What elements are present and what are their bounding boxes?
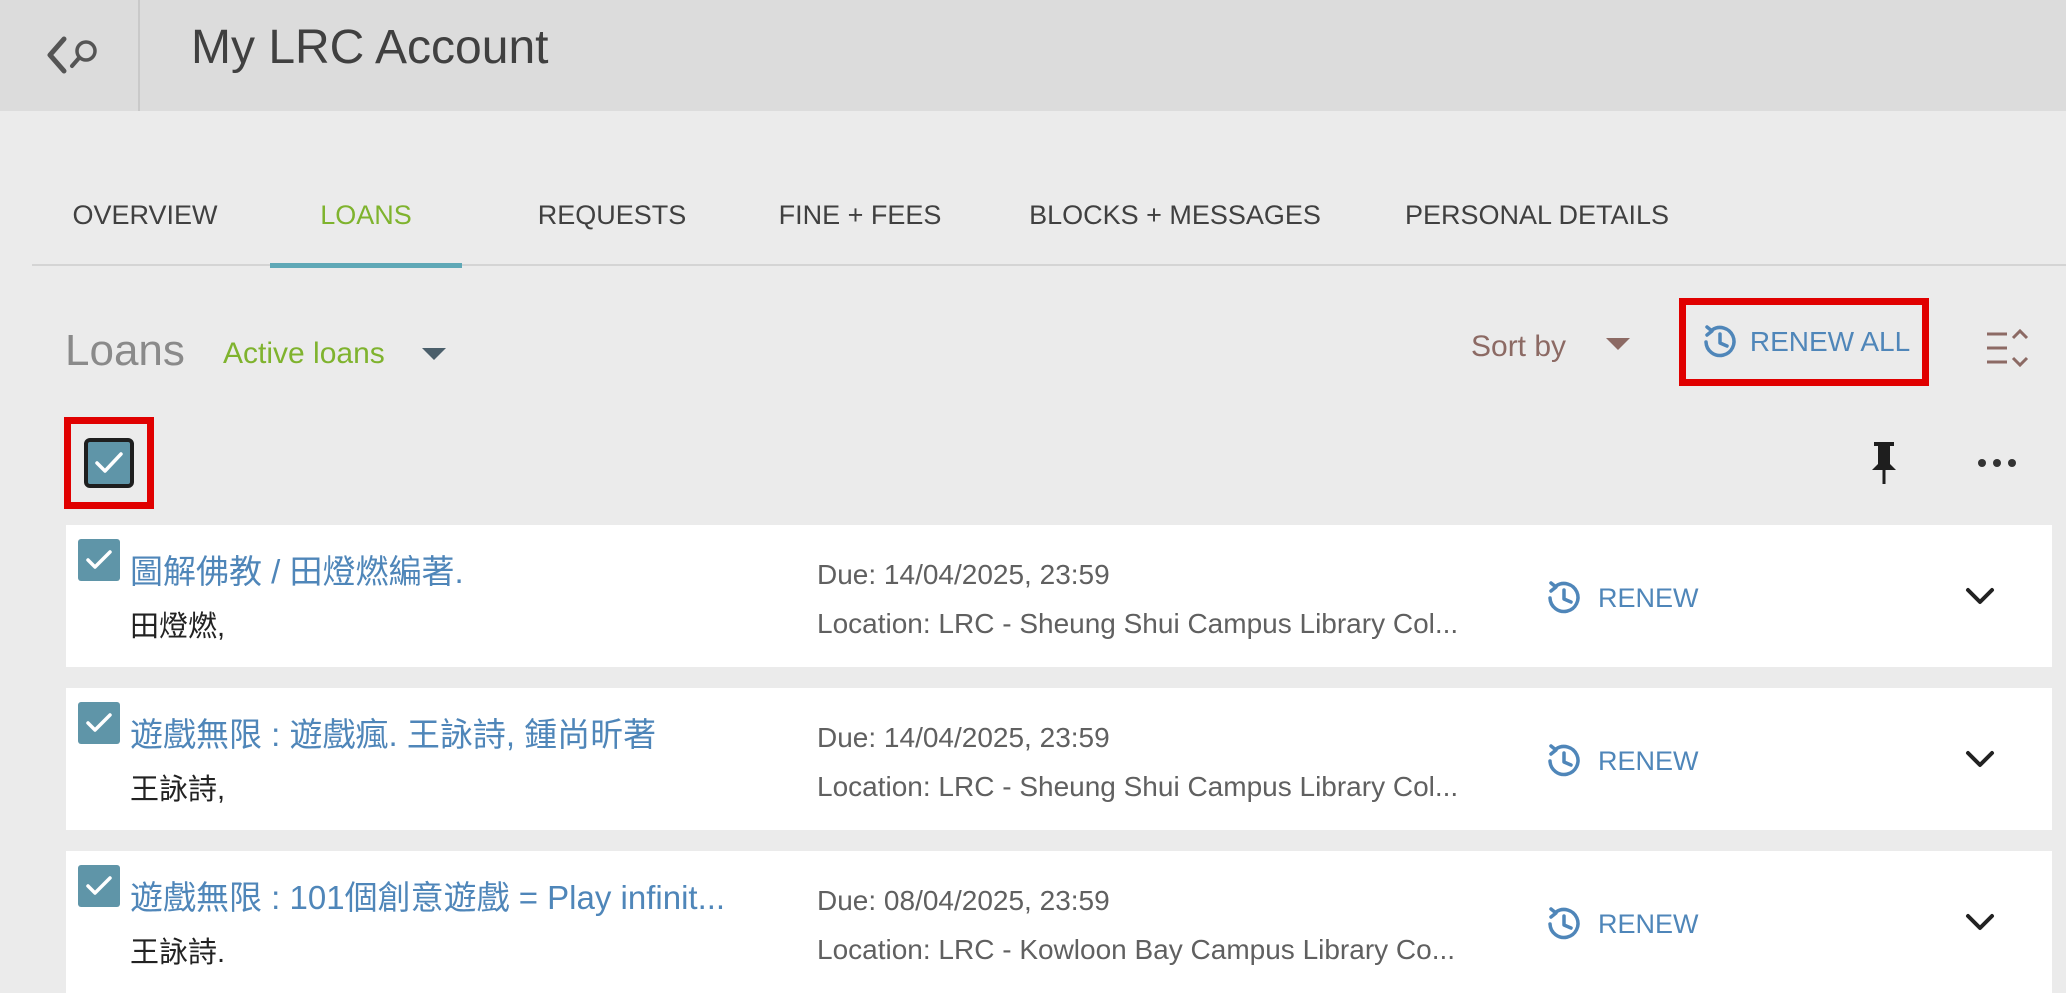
back-search-icon bbox=[47, 36, 97, 73]
select-all-checkbox[interactable] bbox=[84, 438, 134, 488]
renew-clock-icon bbox=[1548, 907, 1580, 940]
loan-title-link[interactable]: 圖解佛教 / 田燈燃編著. bbox=[130, 545, 810, 593]
loan-checkbox[interactable] bbox=[78, 702, 120, 744]
loan-due-date: Due: 08/04/2025, 23:59 bbox=[817, 885, 1110, 916]
checkmark-icon bbox=[86, 713, 112, 732]
renew-button[interactable]: RENEW bbox=[1542, 738, 1699, 784]
loan-checkbox[interactable] bbox=[78, 865, 120, 907]
renew-clock-icon bbox=[1704, 325, 1736, 358]
tab-requests[interactable]: REQUESTS bbox=[492, 180, 732, 266]
chevron-down-icon[interactable] bbox=[1964, 585, 1996, 607]
tab-blocks-messages[interactable]: BLOCKS + MESSAGES bbox=[995, 180, 1355, 266]
chevron-down-icon[interactable] bbox=[1964, 911, 1996, 933]
more-options-icon[interactable] bbox=[1976, 455, 2018, 471]
checkmark-icon bbox=[95, 452, 123, 473]
checkmark-icon bbox=[86, 876, 112, 895]
loan-location: Location: LRC - Sheung Shui Campus Libra… bbox=[817, 608, 1459, 639]
renew-label: RENEW bbox=[1598, 582, 1699, 613]
renew-all-button[interactable]: RENEW ALL bbox=[1679, 298, 1929, 386]
renew-clock-icon bbox=[1548, 744, 1580, 777]
back-search-button[interactable] bbox=[0, 0, 140, 111]
tab-loans[interactable]: LOANS bbox=[270, 180, 462, 268]
page-title: My LRC Account bbox=[191, 21, 549, 74]
sort-caret-icon[interactable] bbox=[1606, 338, 1630, 350]
loan-due-date: Due: 14/04/2025, 23:59 bbox=[817, 559, 1110, 590]
tab-fine-fees[interactable]: FINE + FEES bbox=[750, 180, 970, 266]
sort-order-icon[interactable] bbox=[1985, 328, 2029, 368]
loan-checkbox[interactable] bbox=[78, 539, 120, 581]
chevron-down-icon[interactable] bbox=[1964, 748, 1996, 770]
sort-by-dropdown[interactable]: Sort by bbox=[1471, 330, 1566, 364]
loan-item: 遊戲無限 : 101個創意遊戲 = Play infinit... 王詠詩. D… bbox=[66, 851, 2052, 993]
renew-label: RENEW bbox=[1598, 745, 1699, 776]
loan-item: 圖解佛教 / 田燈燃編著. 田燈燃, Due: 14/04/2025, 23:5… bbox=[66, 525, 2052, 667]
loan-title-link[interactable]: 遊戲無限 : 遊戲瘋. 王詠詩, 鍾尚昕著 bbox=[130, 708, 810, 756]
renew-button[interactable]: RENEW bbox=[1542, 901, 1699, 947]
loans-heading: Loans bbox=[65, 326, 185, 375]
tab-overview[interactable]: OVERVIEW bbox=[50, 180, 240, 266]
top-bar: My LRC Account bbox=[0, 0, 2066, 111]
loan-title-link[interactable]: 遊戲無限 : 101個創意遊戲 = Play infinit... bbox=[130, 871, 810, 919]
renew-all-label: RENEW ALL bbox=[1749, 326, 1911, 357]
account-tabs: OVERVIEW LOANS REQUESTS FINE + FEES BLOC… bbox=[32, 180, 2066, 268]
renew-label: RENEW bbox=[1598, 908, 1699, 939]
renew-clock-icon bbox=[1548, 581, 1580, 614]
loan-author: 田燈燃, bbox=[130, 611, 226, 643]
tab-personal-details[interactable]: PERSONAL DETAILS bbox=[1372, 180, 1702, 266]
select-all-highlight bbox=[64, 417, 154, 509]
loan-author: 王詠詩. bbox=[130, 937, 226, 969]
loan-location: Location: LRC - Sheung Shui Campus Libra… bbox=[817, 771, 1459, 802]
renew-button[interactable]: RENEW bbox=[1542, 575, 1699, 621]
loan-due-date: Due: 14/04/2025, 23:59 bbox=[817, 722, 1110, 753]
filter-caret-icon[interactable] bbox=[422, 348, 446, 360]
loan-location: Location: LRC - Kowloon Bay Campus Libra… bbox=[817, 934, 1456, 965]
checkmark-icon bbox=[86, 550, 112, 569]
loan-author: 王詠詩, bbox=[130, 774, 226, 806]
pin-icon[interactable] bbox=[1868, 440, 1900, 486]
loan-filter-dropdown[interactable]: Active loans bbox=[223, 337, 385, 371]
loan-item: 遊戲無限 : 遊戲瘋. 王詠詩, 鍾尚昕著 王詠詩, Due: 14/04/20… bbox=[66, 688, 2052, 830]
